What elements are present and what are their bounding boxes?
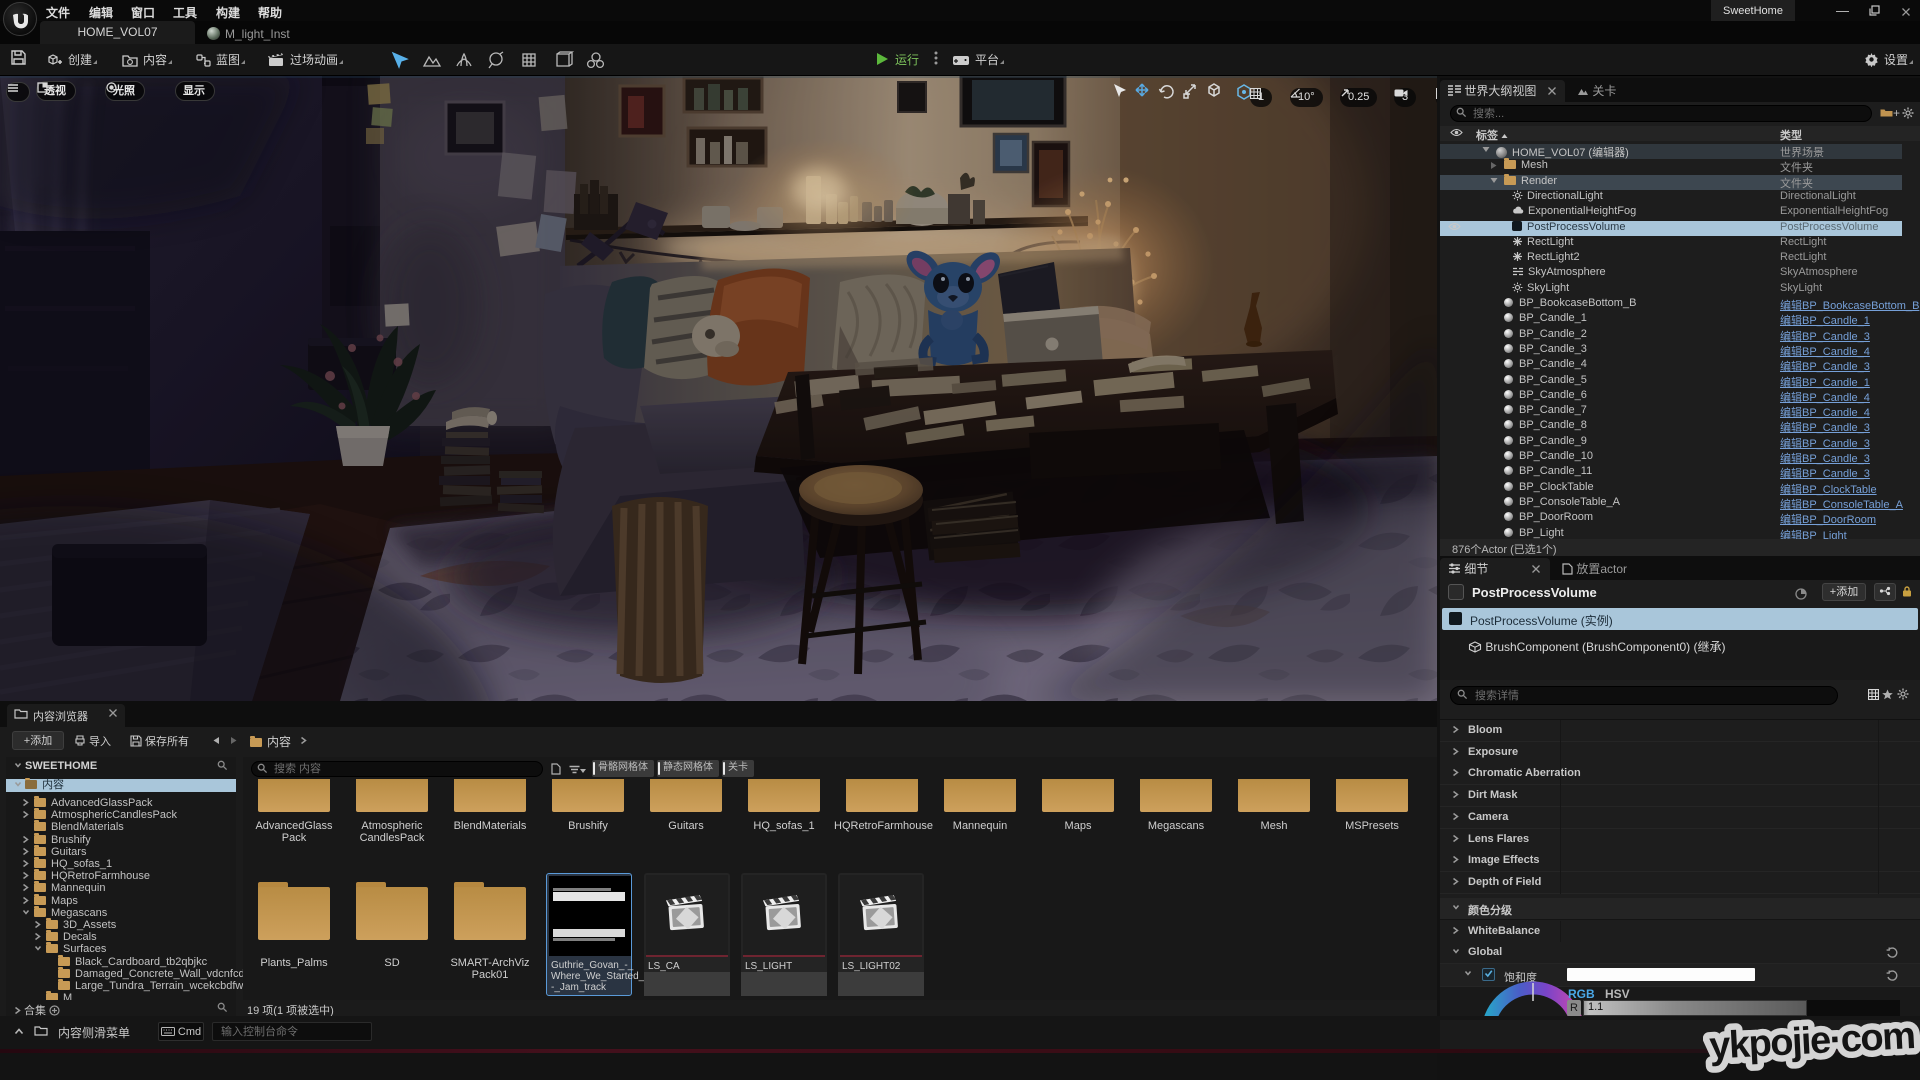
svg-text:ykpojie·com: ykpojie·com [1708,1015,1915,1068]
